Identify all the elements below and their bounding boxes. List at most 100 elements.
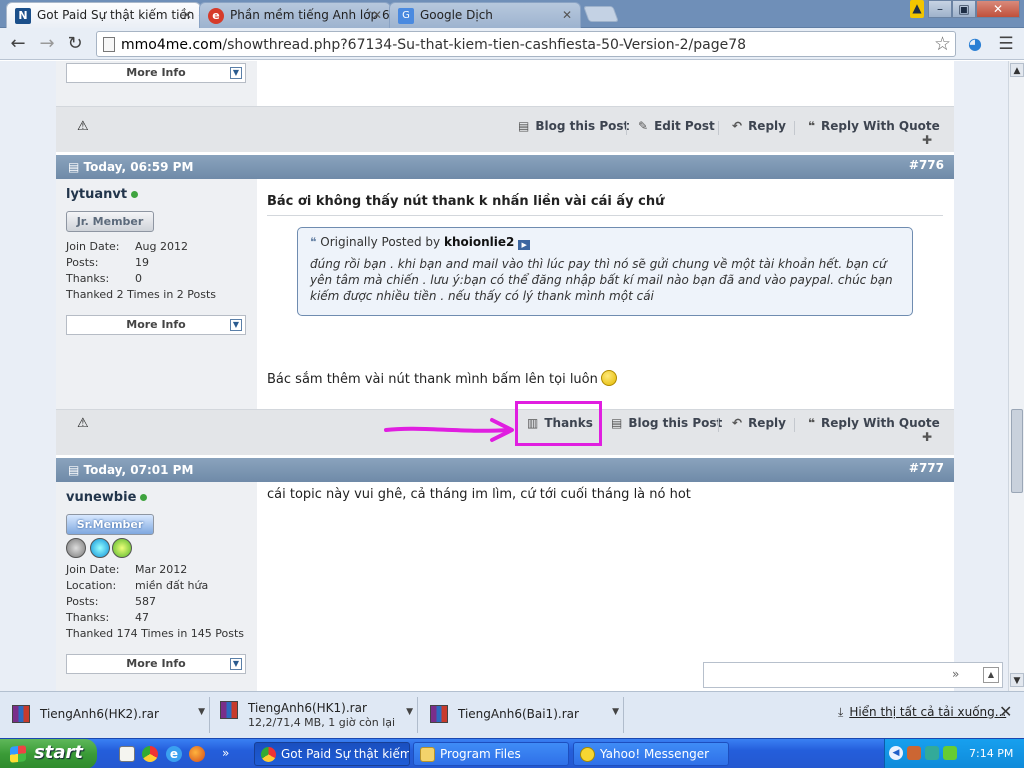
close-icon[interactable]: ✕	[999, 702, 1012, 721]
post-title: Bác ơi không thấy nút thank k nhấn liền …	[267, 194, 665, 209]
folder-icon	[420, 747, 435, 762]
reply-button[interactable]: ↶ Reply	[732, 119, 786, 133]
taskbar-item-program-files[interactable]: Program Files	[413, 742, 569, 766]
address-bar[interactable]: mmo4me.com/showthread.php?67134-Su-that-…	[96, 31, 956, 57]
more-info-button[interactable]: More Info ▼	[66, 654, 246, 674]
separator	[626, 121, 627, 135]
more-quicklaunch-icon[interactable]: »	[222, 746, 238, 762]
tab-title: Google Dịch	[420, 8, 493, 22]
reload-icon[interactable]: ↻	[64, 34, 86, 56]
close-icon[interactable]: ✕	[372, 8, 382, 22]
separator	[718, 121, 719, 135]
stat-row: Posts: 587	[66, 595, 156, 608]
post-number-link[interactable]: #776	[909, 158, 944, 172]
blog-icon: ▤	[518, 119, 530, 133]
tab-google-dich[interactable]: G Google Dịch ✕	[389, 2, 581, 28]
show-all-downloads-link[interactable]: ⤓ Hiển thị tất cả tải xuống...	[838, 705, 1006, 720]
close-icon[interactable]: ✕	[562, 8, 572, 22]
reply-button[interactable]: ↶ Reply	[732, 416, 786, 430]
post-footer: ⚠ ▤ Blog this Post ✎ Edit Post ↶ Reply ❝ Rep…	[56, 106, 954, 152]
translate-extension-icon[interactable]: ◕	[964, 34, 986, 56]
windows-logo-icon	[10, 745, 26, 763]
award-badge-icon	[112, 538, 132, 558]
chevron-down-icon: ▼	[230, 319, 242, 331]
minimize-button[interactable]: –	[928, 0, 952, 18]
multi-quote-icon[interactable]: ✚	[922, 430, 932, 444]
download-item[interactable]: TiengAnh6(HK1).rar 12,2/71,4 MB, 1 giờ c…	[216, 697, 418, 733]
quote-bubble-icon: ❝	[808, 416, 816, 430]
tray-back-icon[interactable]: ◀	[889, 746, 903, 760]
divider	[267, 215, 943, 216]
chrome-icon[interactable]	[142, 746, 158, 762]
scroll-down-icon[interactable]: ▼	[1010, 673, 1024, 687]
network-icon[interactable]	[907, 746, 921, 760]
tab-mmo4me[interactable]: N Got Paid Sự thật kiếm tiền cas ✕	[6, 2, 201, 29]
chevron-down-icon[interactable]: ▼	[406, 707, 413, 717]
extension-icon[interactable]: ▲	[910, 0, 924, 18]
chevron-down-icon[interactable]: ▼	[612, 707, 619, 717]
stat-row: Thanks: 0	[66, 272, 142, 285]
reply-arrow-icon: ↶	[732, 119, 743, 133]
notepad-icon[interactable]	[119, 746, 135, 762]
reply-with-quote-button[interactable]: ❝ Reply With Quote	[808, 416, 940, 430]
post-number-link[interactable]: #777	[909, 461, 944, 475]
quote-icon: ❝	[310, 235, 317, 249]
report-warning-icon[interactable]: ⚠	[77, 416, 89, 431]
blog-this-post-button[interactable]: ▤ Blog this Post	[611, 416, 722, 430]
post-date: ▤ Today, 06:59 PM	[68, 160, 194, 174]
clock[interactable]: 7:14 PM	[969, 747, 1013, 760]
online-status-icon	[131, 191, 139, 198]
online-status-icon	[140, 494, 148, 501]
back-arrow-icon[interactable]: ←	[7, 34, 29, 56]
close-window-button[interactable]: ✕	[976, 0, 1020, 18]
close-icon[interactable]: ✕	[182, 8, 192, 22]
view-post-icon[interactable]: ▶	[518, 240, 531, 250]
scroll-up-icon[interactable]: ▲	[1010, 63, 1024, 77]
rar-file-icon	[430, 705, 448, 723]
more-info-button[interactable]: More Info ▼	[66, 315, 246, 335]
rar-file-icon	[220, 701, 238, 719]
maximize-button[interactable]: ▣	[952, 0, 976, 18]
shield-icon[interactable]	[925, 746, 939, 760]
bookmark-star-icon[interactable]: ☆	[934, 33, 951, 55]
messenger-tray-icon[interactable]	[943, 746, 957, 760]
wrench-menu-icon[interactable]: ☰	[995, 34, 1017, 56]
new-tab-button[interactable]	[583, 6, 619, 22]
quick-reply-input[interactable]: » ▲	[703, 662, 1003, 688]
multi-quote-icon[interactable]: ✚	[922, 133, 932, 147]
scroll-thumb[interactable]	[1011, 409, 1023, 493]
reply-arrow-icon: ↶	[732, 416, 743, 430]
username-link[interactable]: lytuanvt	[66, 187, 139, 202]
double-chevron-icon[interactable]: »	[952, 667, 959, 681]
translate-icon: G	[398, 8, 414, 24]
edit-post-button[interactable]: ✎ Edit Post	[638, 119, 715, 133]
pencil-icon: ✎	[638, 119, 649, 133]
thread-content: More Info ▼ ⚠ ▤ Blog this Post ✎ Edit Post …	[56, 61, 954, 691]
download-item[interactable]: TiengAnh6(HK2).rar ▼	[4, 697, 210, 733]
taskbar-item-yahoo-messenger[interactable]: Yahoo! Messenger	[573, 742, 729, 766]
start-button[interactable]: start	[0, 739, 97, 768]
download-item[interactable]: TiengAnh6(Bai1).rar ▼	[422, 697, 624, 733]
stat-row: Posts: 19	[66, 256, 149, 269]
blog-this-post-button[interactable]: ▤ Blog this Post	[518, 119, 629, 133]
scroll-top-icon[interactable]: ▲	[983, 667, 999, 683]
yahoo-messenger-icon	[580, 747, 595, 762]
reply-with-quote-button[interactable]: ❝ Reply With Quote	[808, 119, 940, 133]
forward-arrow-icon[interactable]: →	[36, 34, 58, 56]
more-info-button[interactable]: More Info ▼	[66, 63, 246, 83]
firefox-icon[interactable]	[189, 746, 205, 762]
stat-row: Join Date: Aug 2012	[66, 240, 188, 253]
taskbar-item-chrome[interactable]: Got Paid Sự thật kiếm...	[254, 742, 410, 766]
annotation-arrow	[384, 418, 514, 442]
chevron-down-icon: ▼	[230, 658, 242, 670]
download-arrow-icon: ⤓	[838, 705, 844, 719]
chrome-icon	[261, 747, 276, 762]
post-header: ▤ Today, 07:01 PM #777	[56, 458, 954, 482]
report-warning-icon[interactable]: ⚠	[77, 119, 89, 134]
tab-phan-mem[interactable]: e Phần mềm tiếng Anh lớp 6, 7, ✕	[199, 2, 391, 28]
chevron-down-icon[interactable]: ▼	[198, 707, 205, 717]
username-link[interactable]: vunewbie	[66, 490, 148, 505]
vertical-scrollbar[interactable]: ▲ ▼	[1008, 61, 1024, 691]
internet-explorer-icon[interactable]: e	[166, 746, 182, 762]
quote-text: đúng rồi bạn . khi bạn and mail vào thì …	[310, 257, 893, 303]
